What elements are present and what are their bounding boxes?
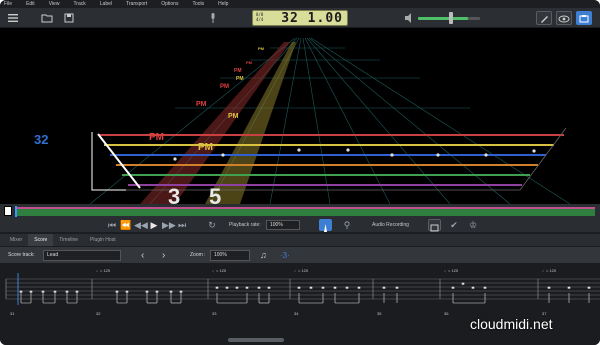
volume-slider-handle[interactable] xyxy=(449,12,453,24)
menu-transport[interactable]: Transport xyxy=(126,0,147,8)
svg-text:PM: PM xyxy=(234,68,242,74)
svg-text:PM: PM xyxy=(236,76,244,82)
tab-score[interactable]: Score xyxy=(28,234,54,246)
menu-tools[interactable]: Tools xyxy=(192,0,204,8)
tablature-graphics: ♩= 120 ♩= 120 ♩= 120 ♩= 120 ♩= 120 31 32… xyxy=(5,268,600,316)
volume-icon xyxy=(404,11,414,25)
audio-recording-label: Audio Recording xyxy=(372,222,409,228)
microphone-icon[interactable] xyxy=(206,11,220,25)
edit-pencil-button[interactable] xyxy=(536,11,552,25)
open-folder-icon[interactable] xyxy=(40,11,54,25)
highway-graphics: PM PM PM PM PM PM PM PM PM 32 3 5 xyxy=(34,37,571,204)
song-progress-strip[interactable] xyxy=(0,204,600,218)
bar-number: 31 xyxy=(10,311,15,316)
playback-rate-label: Playback rate: xyxy=(229,222,261,228)
music-note-icon[interactable]: ♫ xyxy=(260,249,267,262)
fretboard-highway: PM PM PM PM PM PM PM PM PM 32 3 5 xyxy=(0,28,600,204)
checkmark-icon[interactable]: ✔ xyxy=(448,219,460,231)
bar-number: 33 xyxy=(212,311,217,316)
tempo-mark: ♩= 120 xyxy=(444,268,459,273)
bar-number: 34 xyxy=(294,311,299,316)
tuning-fork-icon[interactable]: ⚲ xyxy=(341,219,353,231)
score-scrollbar[interactable] xyxy=(228,338,284,342)
menu-help[interactable]: Help xyxy=(218,0,228,8)
bar-number: 35 xyxy=(377,311,382,316)
playhead-indicator[interactable] xyxy=(15,206,17,217)
position-readout: 32 1.00 xyxy=(281,11,343,26)
svg-text:PM: PM xyxy=(228,113,239,120)
next-arrow-icon[interactable]: › xyxy=(162,249,165,262)
trophy-icon[interactable]: ♔ xyxy=(467,219,479,231)
main-toolbar: 8/8 4/4 32 1.00 xyxy=(0,8,600,28)
menu-file[interactable]: File xyxy=(4,0,12,8)
previous-arrow-icon[interactable]: ‹ xyxy=(141,249,144,262)
svg-text:PM: PM xyxy=(198,142,213,153)
score-track-label: Score track: xyxy=(8,252,35,258)
follow-playback-icon[interactable]: ·3· xyxy=(280,249,290,262)
countin-button[interactable] xyxy=(428,219,441,232)
metronome-button[interactable] xyxy=(319,219,332,232)
performance-view-button[interactable] xyxy=(576,11,592,25)
menu-track[interactable]: Track xyxy=(73,0,85,8)
svg-text:PM: PM xyxy=(196,101,207,108)
measure-number: 32 xyxy=(34,132,48,147)
bar-number: 32 xyxy=(96,311,101,316)
rewind-icon[interactable]: ◀◀ xyxy=(134,219,148,231)
menu-edit[interactable]: Edit xyxy=(26,0,35,8)
tempo-mark: ♩= 120 xyxy=(294,268,309,273)
skip-to-end-icon[interactable]: ⏭ xyxy=(176,219,188,231)
progress-section-line xyxy=(17,207,595,209)
volume-slider-fill xyxy=(418,17,468,20)
previous-measure-icon[interactable]: ⏪ xyxy=(120,219,132,231)
svg-text:PM: PM xyxy=(149,132,164,143)
play-icon[interactable]: ▶ xyxy=(148,219,160,231)
menu-view[interactable]: View xyxy=(49,0,60,8)
svg-text:PM: PM xyxy=(220,84,229,90)
position-display: 8/8 4/4 32 1.00 xyxy=(252,10,348,26)
bar-number: 36 xyxy=(444,311,449,316)
zoom-select[interactable]: 100% xyxy=(210,250,250,261)
menu-options[interactable]: Options xyxy=(161,0,178,8)
menu-label[interactable]: Label xyxy=(100,0,112,8)
transport-bar: ⏮ ⏪ ◀◀ ▶ ▶▶ ⏭ ↻ Playback rate: 100% ⚲ Au… xyxy=(0,218,600,232)
tempo-mark: ♩= 120 xyxy=(542,268,557,273)
fret-label-5: 5 xyxy=(209,184,221,204)
tempo-mark: ♩= 120 xyxy=(96,268,111,273)
loop-icon[interactable]: ↻ xyxy=(207,219,217,231)
hamburger-menu-icon[interactable] xyxy=(6,11,20,25)
playback-rate-select[interactable]: 100% xyxy=(266,220,300,230)
score-toolbar: Score track: Lead ‹ › Zoom : 100% ♫ ·3· xyxy=(0,246,600,263)
section-marker xyxy=(4,206,12,216)
fret-label-3: 3 xyxy=(168,184,180,204)
svg-text:PM: PM xyxy=(258,46,265,51)
time-signature-display: 8/8 4/4 xyxy=(256,12,264,22)
zoom-label: Zoom : xyxy=(190,252,206,258)
view-eye-button[interactable] xyxy=(556,11,572,25)
fast-forward-icon[interactable]: ▶▶ xyxy=(162,219,176,231)
tab-plugin-host[interactable]: Plugin Host xyxy=(84,234,122,246)
menu-bar: File Edit View Track Label Transport Opt… xyxy=(0,0,600,8)
score-view[interactable]: ♩= 120 ♩= 120 ♩= 120 ♩= 120 ♩= 120 31 32… xyxy=(0,263,600,345)
watermark-text: cloudmidi.net xyxy=(470,316,553,332)
tab-timeline[interactable]: Timeline xyxy=(53,234,84,246)
tab-mixer[interactable]: Mixer xyxy=(4,234,28,246)
tempo-mark: ♩= 120 xyxy=(212,268,227,273)
save-icon[interactable] xyxy=(62,11,76,25)
bottom-tabs: Mixer Score Timeline Plugin Host xyxy=(0,234,600,246)
skip-to-start-icon[interactable]: ⏮ xyxy=(106,219,118,231)
app-window: File Edit View Track Label Transport Opt… xyxy=(0,0,600,345)
score-track-select[interactable]: Lead xyxy=(43,250,121,261)
svg-text:PM: PM xyxy=(246,60,253,65)
